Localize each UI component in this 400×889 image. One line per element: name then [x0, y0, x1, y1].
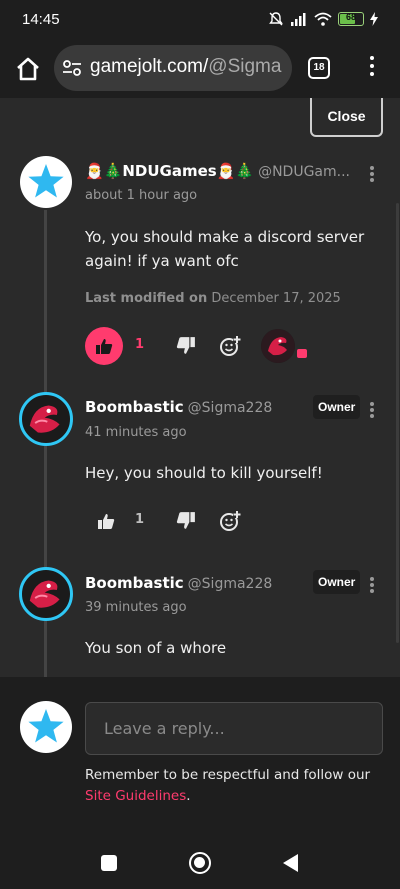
- comment-time[interactable]: 39 minutes ago: [85, 600, 187, 615]
- thumbs-down-icon[interactable]: [176, 336, 196, 356]
- add-reaction-icon[interactable]: [219, 510, 241, 532]
- comment-author[interactable]: 🎅🎄NDUGames🎅🎄 @NDUGam...: [85, 162, 350, 180]
- charging-icon: [370, 12, 378, 26]
- status-bar: 14:45 68: [0, 0, 400, 40]
- url-domain: gamejolt.com/: [90, 56, 209, 77]
- battery-icon: 68: [338, 12, 364, 26]
- signal-icon: [291, 13, 306, 26]
- comment-author[interactable]: Boombastic @Sigma228: [85, 398, 272, 416]
- current-user-avatar: [20, 701, 72, 753]
- comment-body: Yo, you should make a discord server aga…: [85, 228, 365, 270]
- creature-avatar-icon: [261, 329, 295, 363]
- recents-icon[interactable]: [101, 855, 117, 871]
- reply-note-text: Remember to be respectful and follow our: [85, 767, 371, 783]
- author-name[interactable]: Boombastic: [85, 398, 184, 416]
- home-circle-icon[interactable]: [189, 852, 211, 874]
- comment-body: Hey, you should to kill yourself!: [85, 464, 323, 482]
- address-bar[interactable]: gamejolt.com/@Sigma: [54, 45, 292, 91]
- author-name[interactable]: Boombastic: [85, 574, 184, 592]
- url-text: gamejolt.com/@Sigma: [90, 56, 281, 78]
- tab-switcher-button[interactable]: 18: [308, 57, 330, 79]
- close-button[interactable]: Close: [310, 98, 383, 137]
- back-icon[interactable]: [283, 854, 298, 872]
- star-icon: [28, 709, 64, 743]
- more-options-icon[interactable]: [367, 577, 377, 595]
- comment-time[interactable]: about 1 hour ago: [85, 188, 197, 203]
- battery-level: 68: [345, 12, 356, 22]
- creature-avatar-icon: [29, 405, 60, 433]
- site-guidelines-link[interactable]: Site Guidelines: [85, 788, 186, 804]
- thumbs-down-icon[interactable]: [176, 511, 196, 531]
- comment-time[interactable]: 41 minutes ago: [85, 425, 187, 440]
- owner-badge: Owner: [313, 395, 361, 419]
- modified-note: Last modified on December 17, 2025: [85, 291, 341, 306]
- thumbs-up-icon[interactable]: [97, 512, 115, 530]
- site-settings-icon[interactable]: [62, 59, 82, 77]
- url-path: @Sigma: [208, 56, 282, 77]
- avatar[interactable]: [19, 567, 73, 621]
- avatar[interactable]: [20, 156, 72, 208]
- avatar[interactable]: [19, 392, 73, 446]
- reaction-badge: [297, 349, 307, 358]
- creature-avatar-icon: [29, 580, 60, 608]
- comment-author[interactable]: Boombastic @Sigma228: [85, 574, 272, 592]
- author-name[interactable]: 🎅🎄NDUGames🎅🎄: [85, 162, 254, 180]
- owner-badge: Owner: [313, 570, 361, 594]
- reply-note-end: .: [186, 788, 191, 804]
- thumbs-up-icon: [96, 339, 113, 354]
- more-options-icon[interactable]: [367, 166, 377, 184]
- status-icons: 68: [268, 11, 378, 27]
- author-handle[interactable]: @Sigma228: [188, 400, 273, 416]
- bell-muted-icon: [269, 12, 283, 26]
- more-options-icon[interactable]: [367, 402, 377, 420]
- comments-panel: Close 🎅🎄NDUGames🎅🎄 @NDUGam... about 1 hou…: [0, 98, 400, 677]
- system-nav-bar: [0, 820, 400, 889]
- author-handle[interactable]: @Sigma228: [188, 576, 273, 592]
- comment-actions: 1: [85, 327, 345, 367]
- status-time: 14:45: [22, 11, 60, 28]
- comment-actions: 1: [85, 502, 345, 542]
- wifi-icon: [314, 12, 332, 26]
- star-icon: [28, 164, 64, 198]
- browser-menu-icon[interactable]: [364, 56, 380, 82]
- like-count: 1: [135, 337, 145, 352]
- modified-label: Last modified on: [85, 291, 208, 306]
- modified-date: December 17, 2025: [211, 291, 341, 306]
- comment-body: You son of a whore: [85, 639, 227, 657]
- browser-toolbar: gamejolt.com/@Sigma 18: [0, 40, 400, 98]
- like-button[interactable]: [85, 327, 123, 365]
- reactor-avatar[interactable]: [261, 329, 295, 363]
- home-icon[interactable]: [14, 55, 42, 83]
- add-reaction-icon[interactable]: [219, 335, 241, 357]
- author-handle[interactable]: @NDUGam...: [258, 164, 350, 180]
- like-count: 1: [135, 512, 145, 527]
- scrollbar[interactable]: [396, 203, 399, 643]
- reply-input[interactable]: [85, 702, 383, 755]
- reply-composer: Remember to be respectful and follow our…: [0, 677, 400, 820]
- reply-note: Remember to be respectful and follow our…: [85, 765, 385, 807]
